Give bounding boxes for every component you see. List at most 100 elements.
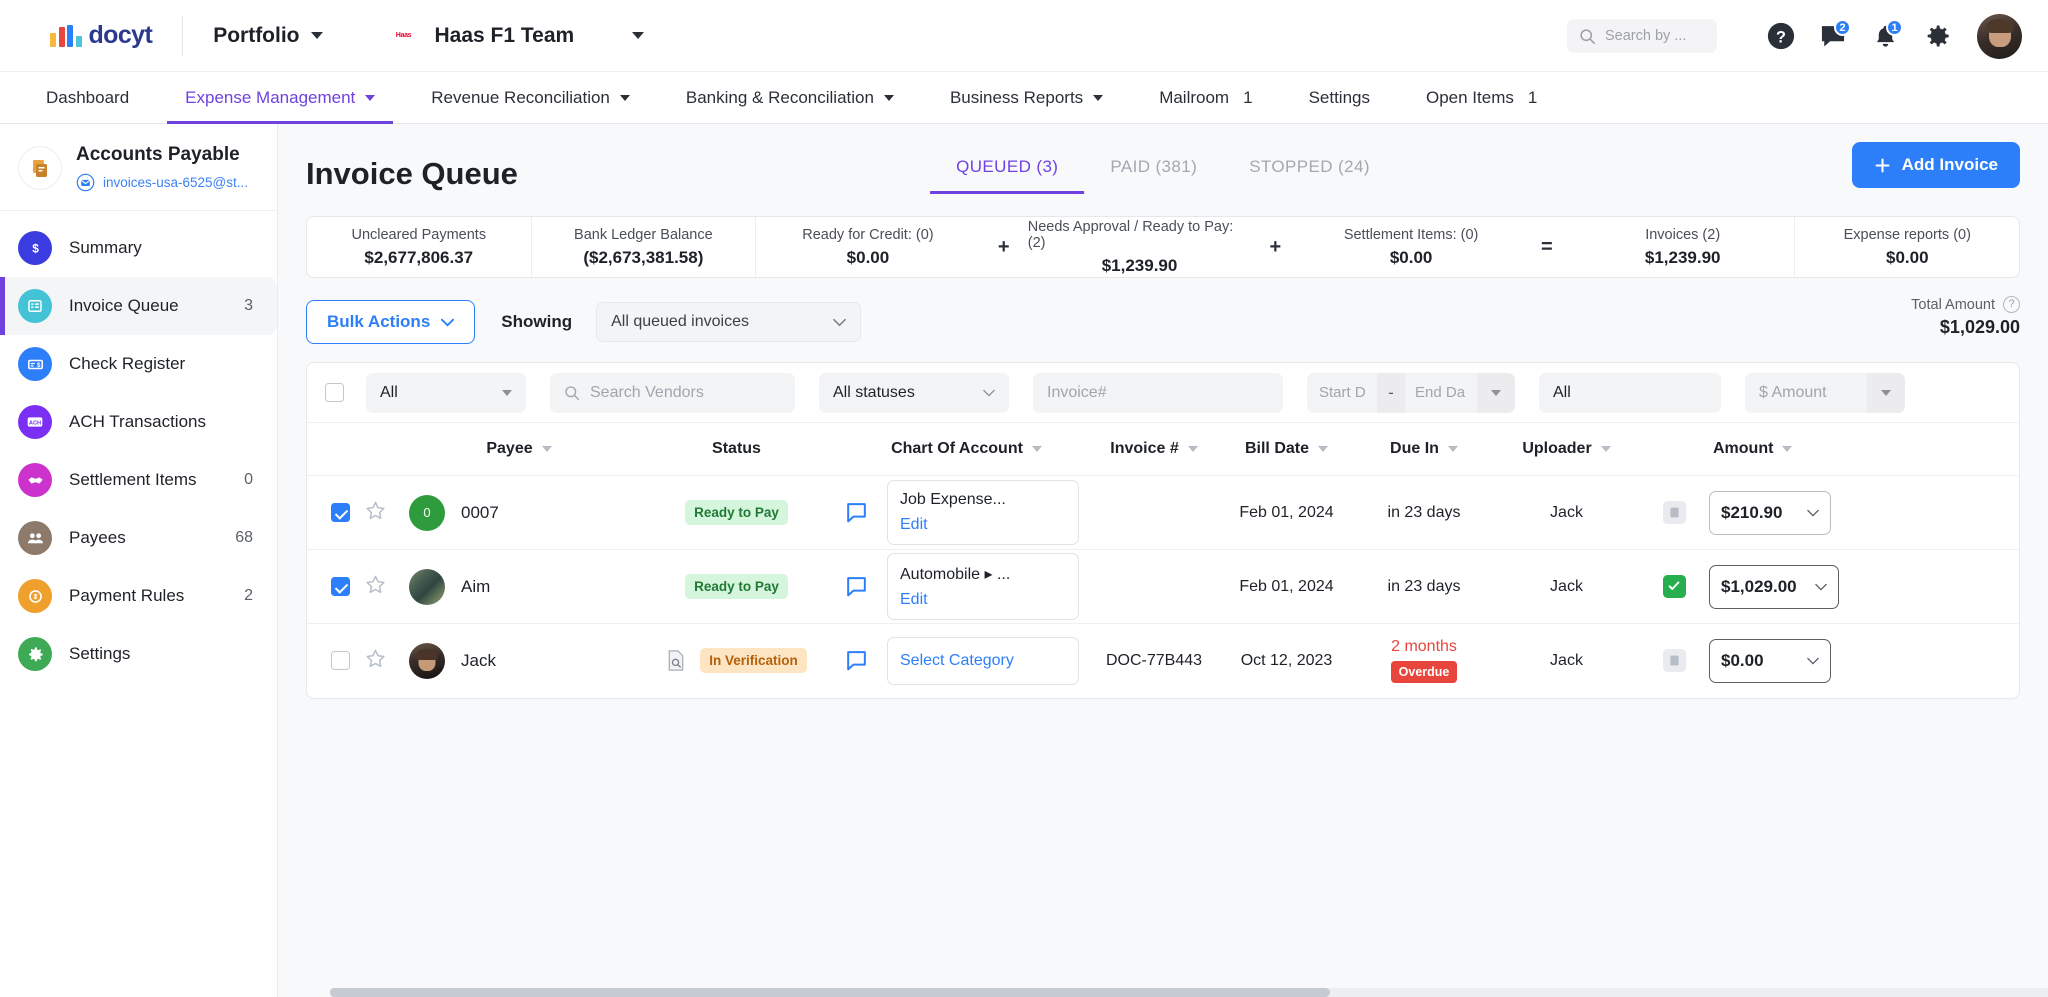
star-icon[interactable] <box>365 500 386 521</box>
th-amount[interactable]: Amount <box>1709 423 1999 476</box>
row-select-cell <box>307 624 365 698</box>
portfolio-dropdown[interactable]: Portfolio <box>213 24 322 48</box>
payee-avatar <box>409 643 445 679</box>
star-icon[interactable] <box>365 574 386 595</box>
bulk-actions-button[interactable]: Bulk Actions <box>306 300 475 344</box>
select-category-link[interactable]: Select Category <box>900 652 1066 670</box>
amount-dropdown[interactable]: $1,029.00 <box>1709 565 1839 609</box>
chevron-down-icon <box>620 95 630 101</box>
select-all-checkbox[interactable] <box>325 383 344 402</box>
chart-of-account-edit-link[interactable]: Edit <box>900 591 1066 609</box>
nav-item-mailroom[interactable]: Mailroom 1 <box>1159 72 1252 123</box>
invoice-number-input[interactable]: Invoice# <box>1033 373 1283 413</box>
sidebar-item-settings[interactable]: Settings <box>0 625 277 683</box>
th-uploader[interactable]: Uploader <box>1494 423 1639 476</box>
nav-item-expense-management[interactable]: Expense Management <box>185 72 375 123</box>
chart-of-account-box[interactable]: Job Expense... Edit <box>887 480 1079 545</box>
scrollbar-thumb[interactable] <box>330 988 1330 997</box>
nav-label: Settings <box>1309 88 1370 108</box>
sidebar-item-payees[interactable]: Payees 68 <box>0 509 277 567</box>
th-invoice-number[interactable]: Invoice # <box>1089 423 1219 476</box>
total-amount-label: Total Amount <box>1911 297 1995 313</box>
list-icon <box>18 289 52 323</box>
sidebar-item-invoice-queue[interactable]: Invoice Queue 3 <box>0 277 277 335</box>
status-filter-select[interactable]: All statuses <box>819 373 1009 413</box>
chart-of-account-box[interactable]: Select Category <box>887 637 1079 685</box>
stat-label: Uncleared Payments <box>351 227 486 243</box>
th-status[interactable]: Status <box>629 423 844 476</box>
invoice-table-head: Payee Status Chart Of Account Invoice # <box>307 423 2019 476</box>
settings-button[interactable] <box>1911 13 1963 59</box>
help-tooltip-icon[interactable]: ? <box>2003 296 2020 313</box>
document-state-icon[interactable] <box>1663 501 1686 524</box>
date-range-filter[interactable]: Start D - End Da <box>1307 373 1515 413</box>
th-payee[interactable]: Payee <box>409 423 629 476</box>
nav-item-dashboard[interactable]: Dashboard <box>46 72 129 123</box>
add-invoice-button[interactable]: Add Invoice <box>1852 142 2020 188</box>
document-state-icon[interactable] <box>1663 575 1686 598</box>
nav-item-business-reports[interactable]: Business Reports <box>950 72 1103 123</box>
chart-of-account-edit-link[interactable]: Edit <box>900 516 1066 534</box>
accounts-payable-email[interactable]: invoices-usa-6525@st... <box>76 173 248 192</box>
document-search-icon[interactable] <box>666 649 686 672</box>
sidebar-item-ach-transactions[interactable]: ACH ACH Transactions <box>0 393 277 451</box>
docyt-logo[interactable]: docyt <box>50 21 152 50</box>
sidebar-item-payment-rules[interactable]: Payment Rules 2 <box>0 567 277 625</box>
date-range-dropdown[interactable] <box>1477 373 1515 413</box>
sidebar-item-settlement-items[interactable]: Settlement Items 0 <box>0 451 277 509</box>
tab-stopped[interactable]: STOPPED (24) <box>1223 149 1396 194</box>
logo-text: docyt <box>89 21 153 50</box>
notifications-button[interactable]: 1 <box>1859 13 1911 59</box>
row-star-cell <box>365 550 409 624</box>
messages-button[interactable]: 2 <box>1807 13 1859 59</box>
vendor-search-input[interactable]: Search Vendors <box>550 373 795 413</box>
comment-icon[interactable] <box>844 500 869 525</box>
table-row[interactable]: Aim Ready to Pay <box>307 550 2019 624</box>
stat-value: $0.00 <box>1886 248 1929 268</box>
nav-item-revenue-reconciliation[interactable]: Revenue Reconciliation <box>431 72 630 123</box>
sidebar-item-check-register[interactable]: $ Check Register <box>0 335 277 393</box>
comment-icon[interactable] <box>844 648 869 673</box>
nav-item-settings[interactable]: Settings <box>1309 72 1370 123</box>
uploader-filter-select[interactable]: All <box>1539 373 1721 413</box>
help-button[interactable]: ? <box>1755 13 1807 59</box>
document-state-icon[interactable] <box>1663 649 1686 672</box>
invoice-number-placeholder: Invoice# <box>1047 384 1107 402</box>
row-checkbox[interactable] <box>331 651 350 670</box>
amount-filter[interactable]: $ Amount <box>1745 373 1905 413</box>
filter-all-select[interactable]: All <box>366 373 526 413</box>
th-bill-date[interactable]: Bill Date <box>1219 423 1354 476</box>
nav-label: Business Reports <box>950 88 1083 108</box>
team-selector[interactable]: Haas Haas F1 Team <box>389 24 645 48</box>
row-payee-cell: Jack <box>409 624 629 698</box>
amount-input[interactable]: $ Amount <box>1745 373 1867 413</box>
row-star-cell <box>365 476 409 550</box>
row-checkbox[interactable] <box>331 577 350 596</box>
table-row[interactable]: Jack In Verificat <box>307 624 2019 698</box>
stat-uncleared-payments: Uncleared Payments $2,677,806.37 <box>307 217 532 277</box>
nav-item-open-items[interactable]: Open Items 1 <box>1426 72 1537 123</box>
star-icon[interactable] <box>365 648 386 669</box>
amount-dropdown[interactable]: $210.90 <box>1709 491 1831 535</box>
table-row[interactable]: 0 0007 Ready to Pay <box>307 476 2019 550</box>
user-avatar[interactable] <box>1977 14 2022 59</box>
bill-date: Feb 01, 2024 <box>1239 578 1333 595</box>
sidebar-item-summary[interactable]: $ Summary <box>0 219 277 277</box>
comment-icon[interactable] <box>844 574 869 599</box>
th-due-in[interactable]: Due In <box>1354 423 1494 476</box>
tab-queued[interactable]: QUEUED (3) <box>930 149 1084 194</box>
row-payee-cell: Aim <box>409 550 629 624</box>
nav-item-banking-reconciliation[interactable]: Banking & Reconciliation <box>686 72 894 123</box>
amount-dropdown[interactable] <box>1867 373 1905 413</box>
end-date-input[interactable]: End Da <box>1405 373 1477 413</box>
chart-of-account-box[interactable]: Automobile ▸ ... Edit <box>887 553 1079 620</box>
showing-select[interactable]: All queued invoices <box>596 302 861 342</box>
tab-paid[interactable]: PAID (381) <box>1084 149 1223 194</box>
stat-value: $0.00 <box>847 248 890 268</box>
th-chart-of-account[interactable]: Chart Of Account <box>844 423 1089 476</box>
horizontal-scrollbar[interactable] <box>330 988 2048 997</box>
row-checkbox[interactable] <box>331 503 350 522</box>
start-date-input[interactable]: Start D <box>1307 373 1377 413</box>
amount-dropdown[interactable]: $0.00 <box>1709 639 1831 683</box>
global-search-input[interactable]: Search by ... <box>1567 19 1717 53</box>
